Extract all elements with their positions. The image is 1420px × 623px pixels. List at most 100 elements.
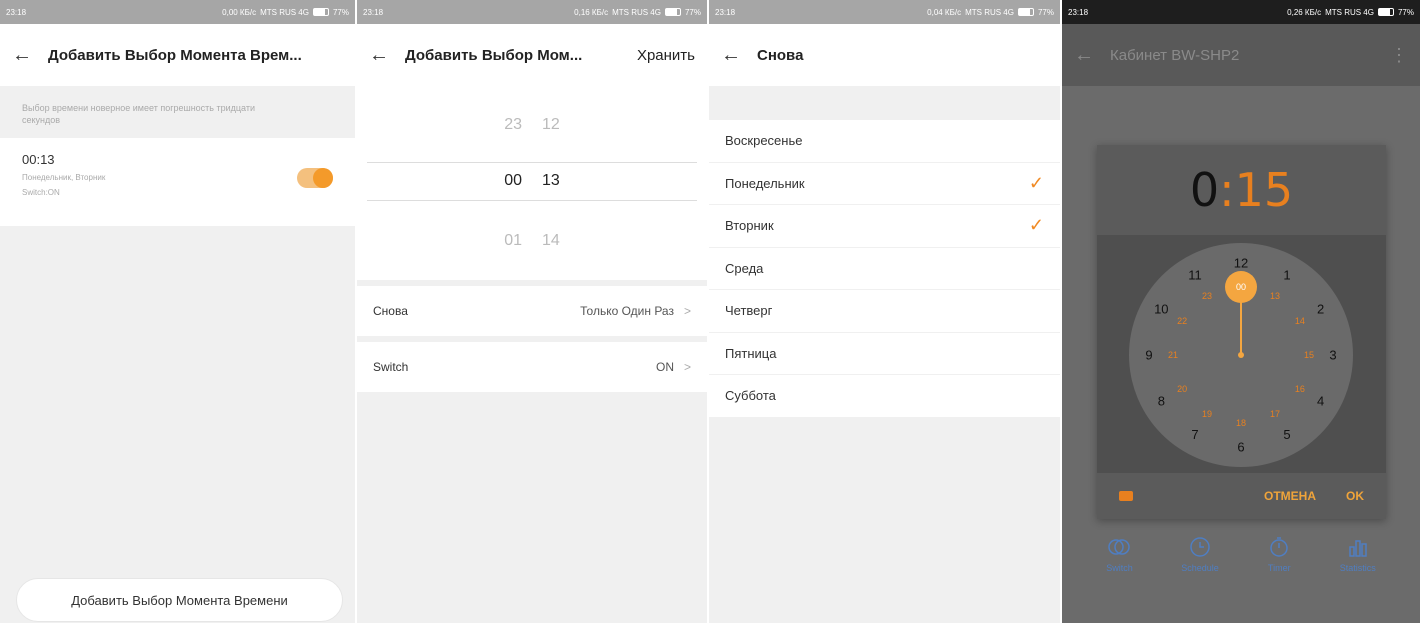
add-schedule-screen: 23:18 0,16 КБ/с MTS RUS 4G 77% ← Добавить … bbox=[357, 0, 707, 623]
clock-face[interactable]: 121234567891011001314151617181920212223 bbox=[1097, 235, 1386, 473]
clock-hour-outer[interactable]: 5 bbox=[1283, 427, 1290, 442]
dialog-time-display: 0:15 bbox=[1097, 145, 1386, 235]
clock-hour-outer[interactable]: 1 bbox=[1283, 268, 1290, 283]
status-battery: 77% bbox=[684, 7, 701, 17]
time-picker-dialog: 0:15 12 1 2 3 4 5 6 7 8 9 10 11 00 13 14 15 16 17 18 19 20 21… bbox=[1097, 145, 1386, 519]
clock-hour-outer[interactable]: 11 bbox=[1188, 268, 1202, 283]
nav-label: Schedule bbox=[1181, 563, 1219, 573]
picker-divider bbox=[367, 200, 697, 201]
clock-hour-inner[interactable]: 13 bbox=[1270, 291, 1280, 301]
picker-selected-row[interactable]: 00 13 bbox=[357, 172, 707, 190]
keyboard-icon[interactable] bbox=[1119, 491, 1133, 501]
status-battery: 77% bbox=[1397, 7, 1414, 17]
clock-hour-outer[interactable]: 3 bbox=[1329, 347, 1336, 362]
day-label: Понедельник bbox=[725, 175, 805, 191]
status-time: 23:18 bbox=[6, 7, 27, 17]
day-item[interactable]: Суббота bbox=[709, 375, 1060, 418]
clock-hour-outer[interactable]: 4 bbox=[1317, 393, 1324, 408]
clock-hour-inner[interactable]: 19 bbox=[1202, 409, 1212, 419]
clock-hour-outer[interactable]: 8 bbox=[1158, 393, 1165, 408]
status-battery: 77% bbox=[1037, 7, 1054, 17]
day-label: Суббота bbox=[725, 388, 776, 404]
day-item[interactable]: Пятница bbox=[709, 333, 1060, 375]
clock-hour-inner[interactable]: 23 bbox=[1202, 291, 1212, 301]
schedule-days: Понедельник, Вторник bbox=[22, 173, 106, 182]
toggle-knob bbox=[313, 168, 333, 188]
clock-hour-outer[interactable]: 12 bbox=[1234, 255, 1248, 270]
dialog-minute[interactable]: 15 bbox=[1235, 163, 1294, 217]
clock-hour-inner[interactable]: 17 bbox=[1270, 409, 1280, 419]
day-item[interactable]: Среда bbox=[709, 248, 1060, 290]
battery-icon bbox=[664, 8, 681, 16]
clock-hour-inner[interactable]: 20 bbox=[1177, 384, 1187, 394]
add-schedule-button[interactable]: Добавить Выбор Момента Времени bbox=[16, 578, 343, 622]
clock-hour-inner[interactable]: 22 bbox=[1177, 316, 1187, 326]
day-item[interactable]: Воскресенье bbox=[709, 120, 1060, 163]
status-carrier: MTS RUS 4G bbox=[260, 7, 309, 17]
nav-switch[interactable]: Switch bbox=[1106, 535, 1133, 573]
switch-label: Switch bbox=[373, 360, 409, 374]
switch-value: ON bbox=[655, 360, 674, 374]
chevron-right-icon: > bbox=[683, 360, 691, 374]
nav-timer[interactable]: Timer bbox=[1267, 535, 1291, 573]
time-picker[interactable]: 23 12 00 13 01 14 bbox=[357, 86, 707, 280]
day-label: Воскресенье bbox=[725, 133, 803, 149]
timer-icon bbox=[1270, 537, 1288, 557]
picker-hour: 23 bbox=[504, 116, 522, 133]
ok-button[interactable]: OK bbox=[1346, 489, 1364, 503]
battery-icon bbox=[312, 8, 329, 16]
checkmark-icon: ✓ bbox=[1028, 172, 1044, 193]
back-arrow-icon[interactable]: ← bbox=[1074, 44, 1110, 67]
clock-hour-outer[interactable]: 9 bbox=[1145, 347, 1152, 362]
switch-row[interactable]: Switch ON > bbox=[357, 342, 707, 392]
day-item[interactable]: Понедельник ✓ bbox=[709, 163, 1060, 205]
picker-next-row[interactable]: 01 14 bbox=[357, 232, 707, 250]
day-label: Четверг bbox=[725, 303, 773, 319]
save-button[interactable]: Хранить bbox=[637, 47, 695, 64]
status-bar: 23:18 0,00 КБ/с MTS RUS 4G 77% bbox=[0, 0, 355, 24]
nav-label: Switch bbox=[1106, 563, 1133, 573]
schedule-item[interactable]: 00:13 Понедельник, Вторник Switch:ON bbox=[0, 138, 355, 226]
cancel-button[interactable]: ОТМЕНА bbox=[1264, 489, 1316, 503]
status-battery: 77% bbox=[332, 7, 349, 17]
day-item[interactable]: Четверг bbox=[709, 290, 1060, 333]
repeat-row[interactable]: Снова Только Один Раз > bbox=[357, 286, 707, 336]
clock-hour-outer[interactable]: 10 bbox=[1154, 301, 1168, 316]
clock-hour-inner[interactable]: 00 bbox=[1236, 282, 1246, 292]
status-net: 0,04 КБ/с bbox=[927, 7, 962, 17]
days-list: Воскресенье Понедельник ✓ Вторник ✓ Среда Четв… bbox=[709, 120, 1060, 418]
picker-minute: 13 bbox=[542, 172, 560, 189]
picker-hour: 00 bbox=[504, 172, 522, 189]
time-dialog-screen: 23:18 0,26 КБ/с MTS RUS 4G 77% ← Кабинет B… bbox=[1062, 0, 1420, 623]
clock-hour-inner[interactable]: 14 bbox=[1295, 316, 1305, 326]
status-time: 23:18 bbox=[1068, 7, 1089, 17]
clock-hour-inner[interactable]: 18 bbox=[1236, 418, 1246, 428]
back-arrow-icon[interactable]: ← bbox=[12, 44, 48, 67]
nav-schedule[interactable]: Schedule bbox=[1181, 535, 1219, 573]
picker-prev-row[interactable]: 23 12 bbox=[357, 116, 707, 134]
clock-hour-outer[interactable]: 7 bbox=[1191, 427, 1198, 442]
clock-hour-inner[interactable]: 21 bbox=[1168, 350, 1178, 360]
dialog-actions: ОТМЕНА OK bbox=[1097, 473, 1386, 519]
nav-statistics[interactable]: Statistics bbox=[1340, 535, 1376, 573]
dialog-hour[interactable]: 0 bbox=[1190, 163, 1219, 217]
bar-chart-icon bbox=[1348, 540, 1367, 557]
clock-icon bbox=[1190, 537, 1210, 557]
clock-hour-inner[interactable]: 16 bbox=[1295, 384, 1305, 394]
page-title: Добавить Выбор Мом... bbox=[405, 46, 583, 64]
checkmark-icon: ✓ bbox=[1028, 215, 1044, 236]
more-menu-icon[interactable]: ⋮ bbox=[1390, 45, 1408, 66]
clock-hour-outer[interactable]: 2 bbox=[1317, 301, 1324, 316]
page-title: Добавить Выбор Момента Врем... bbox=[48, 46, 302, 64]
status-carrier: MTS RUS 4G bbox=[965, 7, 1014, 17]
back-arrow-icon[interactable]: ← bbox=[369, 44, 405, 67]
picker-minute: 12 bbox=[542, 116, 560, 133]
day-item[interactable]: Вторник ✓ bbox=[709, 205, 1060, 248]
back-arrow-icon[interactable]: ← bbox=[721, 44, 757, 67]
repeat-days-screen: 23:18 0,04 КБ/с MTS RUS 4G 77% ← Снова Вос… bbox=[709, 0, 1060, 623]
page-title: Снова bbox=[757, 46, 804, 64]
schedule-toggle[interactable] bbox=[297, 168, 333, 188]
clock-hour-inner[interactable]: 15 bbox=[1304, 350, 1314, 360]
clock-hour-outer[interactable]: 6 bbox=[1237, 439, 1244, 454]
nav-label: Statistics bbox=[1339, 563, 1376, 573]
